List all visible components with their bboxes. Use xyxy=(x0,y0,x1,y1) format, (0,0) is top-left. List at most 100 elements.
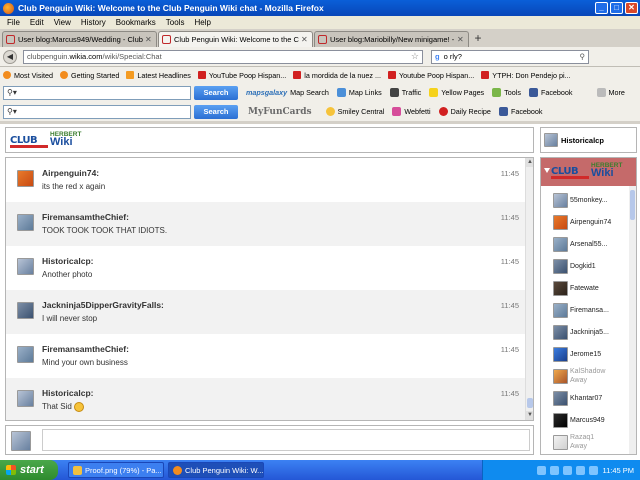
collapse-arrow-icon[interactable] xyxy=(544,168,550,173)
message-username[interactable]: Historicalcp: xyxy=(42,388,94,398)
toolbar-search-input[interactable]: ⚲▾ xyxy=(3,104,191,119)
current-user-box[interactable]: Historicalcp xyxy=(540,127,637,153)
bookmark-item[interactable]: Latest Headlines xyxy=(126,71,191,80)
message-username[interactable]: FiremansamtheChief: xyxy=(42,212,129,222)
back-button[interactable]: ◀ xyxy=(3,49,17,64)
yellow-pages-item[interactable]: Yellow Pages xyxy=(429,88,484,97)
toolbar-search-button[interactable]: Search xyxy=(194,104,238,119)
room-header[interactable]: CLUB HERBERT Wiki xyxy=(541,158,636,186)
tools-item[interactable]: Tools xyxy=(492,88,521,97)
paint-icon xyxy=(73,465,82,475)
bookmark-item[interactable]: Most Visited xyxy=(3,71,53,80)
user-avatar[interactable] xyxy=(17,170,34,187)
message-username[interactable]: FiremansamtheChief: xyxy=(42,344,129,354)
menu-help[interactable]: Help xyxy=(189,18,215,27)
user-avatar[interactable] xyxy=(17,214,34,231)
user-list-item[interactable]: Arsenal55... xyxy=(541,234,636,256)
new-tab-button[interactable]: + xyxy=(470,31,486,47)
taskbar-paint[interactable]: Proof.png (79%) - Pa... xyxy=(68,462,164,478)
wiki-logo[interactable]: CLUB HERBERT Wiki xyxy=(10,131,88,150)
smiley-central-item[interactable]: Smiley Central xyxy=(325,107,384,116)
bookmark-item[interactable]: Getting Started xyxy=(60,71,119,80)
scroll-down-icon[interactable]: ▼ xyxy=(526,411,533,420)
web-search-field[interactable]: g o rly? ⚲ xyxy=(431,49,589,64)
scroll-up-icon[interactable]: ▲ xyxy=(526,158,533,167)
user-list-item[interactable]: Marcus949 xyxy=(541,410,636,432)
search-icon[interactable]: ⚲ xyxy=(580,52,586,61)
wiki-favicon-icon xyxy=(162,35,171,44)
menu-history[interactable]: History xyxy=(76,18,111,27)
bookmark-star-icon[interactable]: ☆ xyxy=(411,51,419,62)
maximize-button[interactable]: □ xyxy=(610,2,623,14)
user-list-item[interactable]: Fatewate xyxy=(541,278,636,300)
user-list-item[interactable]: Firemansa... xyxy=(541,300,636,322)
message-text: its the red x again xyxy=(42,182,106,191)
tab-wedding[interactable]: User blog:Marcus949/Wedding - Club Pe...… xyxy=(2,31,157,47)
menu-bar: File Edit View History Bookmarks Tools H… xyxy=(0,16,640,29)
bookmark-item[interactable]: Youtube Poop Hispan... xyxy=(388,71,474,80)
traffic-item[interactable]: Traffic xyxy=(389,88,421,97)
scroll-thumb[interactable] xyxy=(630,190,635,220)
map-links-item[interactable]: Map Links xyxy=(336,88,382,97)
message-text: TOOK TOOK TOOK THAT IDIOTS. xyxy=(42,226,168,235)
tray-icon[interactable] xyxy=(537,465,547,475)
menu-tools[interactable]: Tools xyxy=(161,18,190,27)
toolbar-item-label: Daily Recipe xyxy=(450,107,491,116)
tray-icon[interactable] xyxy=(563,465,573,475)
facebook-item[interactable]: Facebook xyxy=(528,88,573,97)
tray-icon[interactable] xyxy=(576,465,586,475)
myfuncards-logo[interactable]: MyFunCards xyxy=(248,107,312,117)
user-name: Arsenal55... xyxy=(570,241,608,248)
user-list-item[interactable]: Razaq1 Away xyxy=(541,432,636,454)
message-username[interactable]: Historicalcp: xyxy=(42,256,94,266)
user-avatar[interactable] xyxy=(17,302,34,319)
bookmark-item[interactable]: YouTube Poop Hispan... xyxy=(197,71,286,80)
tray-icon[interactable] xyxy=(589,465,599,475)
message-username[interactable]: Airpenguin74: xyxy=(42,168,99,178)
user-list-item[interactable]: Airpenguin74 xyxy=(541,212,636,234)
close-button[interactable]: ✕ xyxy=(625,2,638,14)
facebook-item[interactable]: Facebook xyxy=(498,107,543,116)
clock[interactable]: 11:45 PM xyxy=(602,466,634,475)
user-avatar[interactable] xyxy=(17,390,34,407)
user-list-item[interactable]: Dogkid1 xyxy=(541,256,636,278)
more-item[interactable]: More xyxy=(596,88,625,97)
chat-scrollbar[interactable]: ▲ ▼ xyxy=(525,158,533,420)
menu-bookmarks[interactable]: Bookmarks xyxy=(111,18,161,27)
daily-recipe-item[interactable]: Daily Recipe xyxy=(438,107,491,116)
bookmark-item[interactable]: la mordida de la nuez ... xyxy=(293,71,381,80)
webfetti-item[interactable]: Webfetti xyxy=(392,107,431,116)
user-list-scrollbar[interactable] xyxy=(629,186,636,454)
menu-edit[interactable]: Edit xyxy=(25,18,49,27)
user-avatar[interactable] xyxy=(17,258,34,275)
toolbar-item-label: Yellow Pages xyxy=(441,88,485,97)
user-list-item[interactable]: Jerome15 xyxy=(541,344,636,366)
user-list-item[interactable]: Khantar07 xyxy=(541,388,636,410)
tab-minigame[interactable]: User blog:Mariobilly/New minigame! - Clu… xyxy=(314,31,469,47)
tab-chat[interactable]: Club Penguin Wiki: Welcome to the Club .… xyxy=(158,31,313,47)
taskbar-firefox[interactable]: Club Penguin Wiki: W... xyxy=(168,462,264,478)
message-username[interactable]: Jackninja5DipperGravityFalls: xyxy=(42,300,164,310)
minimize-button[interactable]: _ xyxy=(595,2,608,14)
scroll-thumb[interactable] xyxy=(527,398,533,408)
start-button[interactable]: start xyxy=(0,460,58,480)
user-list-item[interactable]: 55monkey... xyxy=(541,190,636,212)
map-search-item[interactable]: mapsgalaxy Map Search xyxy=(246,88,329,97)
chat-page: CLUB HERBERT Wiki Airpenguin74: its the … xyxy=(0,124,640,460)
bookmark-item[interactable]: YTPH: Don Pendejo pi... xyxy=(481,71,571,80)
message-input[interactable] xyxy=(42,429,530,451)
menu-file[interactable]: File xyxy=(2,18,25,27)
tray-icon[interactable] xyxy=(550,465,560,475)
user-list-item[interactable]: KalShadow Away xyxy=(541,366,636,388)
tab-close-icon[interactable]: ✕ xyxy=(457,35,465,44)
tab-close-icon[interactable]: ✕ xyxy=(145,35,153,44)
url-prefix: clubpenguin. xyxy=(27,52,70,61)
tab-close-icon[interactable]: ✕ xyxy=(301,35,309,44)
url-bar[interactable]: clubpenguin. wikia.com/wiki/Special:Chat … xyxy=(23,49,423,64)
menu-view[interactable]: View xyxy=(49,18,76,27)
toolbar-search-button[interactable]: Search xyxy=(194,85,238,100)
user-avatar[interactable] xyxy=(17,346,34,363)
logo-band xyxy=(551,176,589,179)
toolbar-search-input[interactable]: ⚲▾ xyxy=(3,85,191,100)
user-list-item[interactable]: Jackninja5... xyxy=(541,322,636,344)
